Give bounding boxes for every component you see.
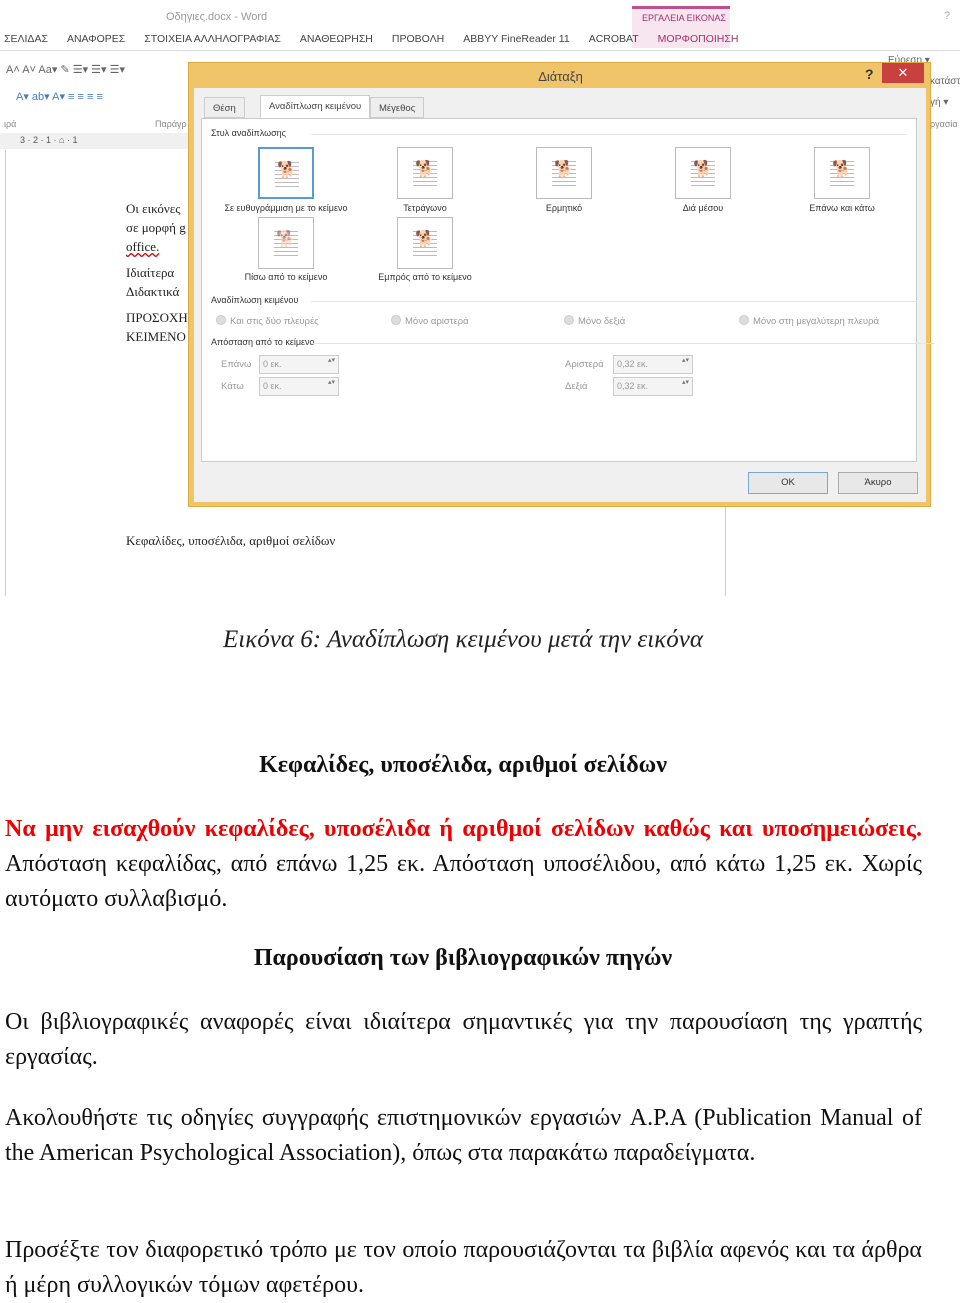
dialog-close-button[interactable]: ✕ [882, 63, 924, 83]
dialog-body: Θέση Αναδίπλωση κειμένου Μέγεθος Στυλ αν… [194, 88, 932, 502]
ribbon-tab[interactable]: ΜΟΡΦΟΠΟΙΗΣΗ [658, 33, 739, 45]
wrap-label: Πίσω από το κείμενο [244, 272, 328, 282]
context-group-label: ΕΡΓΑΛΕΙΑ ΕΙΚΟΝΑΣ [642, 13, 726, 23]
doc-text: Οι εικόνες σε μορφή g office. Ιδιαίτερα Διδ… [126, 201, 188, 344]
wrap-behind-option[interactable]: 🐕 [258, 217, 314, 269]
radio-right-only[interactable]: Μόνο δεξιά [564, 315, 625, 327]
paragraph-headers: Να μην εισαχθούν κεφαλίδες, υποσέλιδα ή … [5, 812, 922, 917]
wrap-label: Σε ευθυγράμμιση με το κείμενο [224, 203, 348, 213]
tab-position[interactable]: Θέση [204, 97, 245, 118]
tab-size[interactable]: Μέγεθος [370, 97, 425, 118]
wrap-label: Επάνω και κάτω [809, 203, 875, 213]
dog-icon: 🐕 [277, 162, 297, 179]
ruler[interactable]: 3 · 2 · 1 · ⌂ · 1 [0, 133, 190, 149]
right-distance-spinner[interactable]: 0,32 εκ. [613, 377, 693, 396]
group-label-font: ιρά [4, 119, 17, 129]
distance-label: Απόσταση από το κείμενο [211, 337, 932, 347]
wrap-front-option[interactable]: 🐕 [397, 217, 453, 269]
replace-button[interactable]: κατάστ [930, 76, 960, 87]
dog-icon: 🐕 [693, 161, 713, 178]
top-distance-spinner[interactable]: 0 εκ. [259, 355, 339, 374]
ribbon-divider [0, 50, 960, 51]
warning-text: Να μην εισαχθούν κεφαλίδες, υποσέλιδα ή … [5, 816, 922, 842]
wrap-panel: Στυλ αναδίπλωσης 🐕 🐕 🐕 🐕 🐕 Σε ευθυγράμμι… [201, 118, 932, 462]
left-distance-spinner[interactable]: 0,32 εκ. [613, 355, 693, 374]
word-screenshot: Οδηγιες.docx - Word ? ΕΡΓΑΛΕΙΑ ΕΙΚΟΝΑΣ Σ… [0, 0, 960, 596]
wrap-square-option[interactable]: 🐕 [397, 147, 453, 199]
wrap-topbottom-option[interactable]: 🐕 [814, 147, 870, 199]
heading-headers-footers: Κεφαλίδες, υποσέλιδα, αριθμοί σελίδων [259, 752, 667, 778]
bottom-label: Κάτω [221, 381, 244, 392]
wrap-label: Διά μέσου [682, 203, 724, 213]
wrap-label: Ερμητικό [545, 203, 583, 213]
dialog-help-button[interactable]: ? [865, 66, 874, 82]
dog-icon: 🐕 [276, 231, 296, 248]
dog-icon: 🐕 [415, 161, 435, 178]
font-toolbar-row2[interactable]: A▾ ab▾ A▾ ≡ ≡ ≡ ≡ [16, 90, 103, 103]
wrap-through-option[interactable]: 🐕 [675, 147, 731, 199]
window-title: Οδηγιες.docx - Word [166, 11, 268, 23]
radio-both-sides[interactable]: Και στις δύο πλευρές [216, 315, 319, 327]
heading-bibliography: Παρουσίαση των βιβλιογραφικών πηγών [253, 945, 673, 971]
dog-icon: 🐕 [832, 161, 852, 178]
select-button[interactable]: γή ▾ [930, 97, 948, 108]
page-edge-right [725, 500, 726, 596]
wrap-label: Εμπρός από το κείμενο [378, 272, 472, 282]
wrap-inline-option[interactable]: 🐕 [258, 147, 314, 199]
wrap-tight-option[interactable]: 🐕 [536, 147, 592, 199]
ribbon-tab[interactable]: ABBYY FineReader 11 [463, 33, 569, 45]
group-label-paragraph: Παράγρ [155, 119, 187, 129]
paragraph-apa: Ακολουθήστε τις οδηγίες συγγραφής επιστη… [5, 1105, 922, 1166]
dialog-title: Διάταξη [538, 69, 583, 84]
font-toolbar-row1[interactable]: A˄ A˅ Aa▾ ✎ ☰▾ ☰▾ ☰▾ [6, 63, 125, 76]
ribbon-tab[interactable]: ACROBAT [589, 33, 639, 45]
paragraph-bibliography: Οι βιβλιογραφικές αναφορές είναι ιδιαίτε… [5, 1009, 922, 1070]
figure-caption: Εικόνα 6: Αναδίπλωση κειμένου μετά την ε… [223, 626, 703, 653]
layout-dialog: Διάταξη ? ✕ Θέση Αναδίπλωση κειμένου Μέγ… [188, 62, 932, 507]
page-edge [5, 150, 6, 596]
ribbon-tab[interactable]: ΑΝΑΦΟΡΕΣ [67, 33, 125, 45]
paragraph-books-articles: Προσέξτε τον διαφορετικό τρόπο με τον οπ… [5, 1237, 922, 1298]
cancel-button[interactable]: Άκυρο [838, 472, 918, 494]
ribbon-tab[interactable]: ΑΝΑΘΕΩΡΗΣΗ [300, 33, 373, 45]
radio-largest-only[interactable]: Μόνο στη μεγαλύτερη πλευρά [739, 315, 879, 327]
wrap-style-label: Στυλ αναδίπλωσης [211, 128, 907, 138]
wrap-text-label: Αναδίπλωση κειμένου [211, 295, 922, 305]
dog-icon: 🐕 [415, 231, 435, 248]
tab-text-wrapping[interactable]: Αναδίπλωση κειμένου [260, 95, 371, 118]
right-label: Δεξιά [565, 381, 588, 392]
dog-icon: 🐕 [554, 161, 574, 178]
left-label: Αριστερά [565, 359, 604, 370]
ribbon-tabs: ΣΕΛΙΔΑΣ ΑΝΑΦΟΡΕΣ ΣΤΟΙΧΕΙΑ ΑΛΛΗΛΟΓΡΑΦΙΑΣ ΑΝΑ… [4, 33, 757, 45]
group-label-editing: ργασία [930, 119, 958, 129]
doc-heading: Κεφαλίδες, υποσέλιδα, αριθμοί σελίδων [126, 533, 336, 548]
radio-left-only[interactable]: Μόνο αριστερά [391, 315, 469, 327]
ok-button[interactable]: OK [748, 472, 828, 494]
wrap-label: Τετράγωνο [403, 203, 447, 213]
help-icon[interactable]: ? [944, 10, 950, 22]
paragraph-text: Απόσταση κεφαλίδας, από επάνω 1,25 εκ. Α… [5, 851, 922, 912]
ribbon-tab[interactable]: ΣΤΟΙΧΕΙΑ ΑΛΛΗΛΟΓΡΑΦΙΑΣ [144, 33, 281, 45]
bottom-distance-spinner[interactable]: 0 εκ. [259, 377, 339, 396]
ribbon-tab[interactable]: ΠΡΟΒΟΛΗ [392, 33, 444, 45]
ribbon-tab[interactable]: ΣΕΛΙΔΑΣ [4, 33, 48, 45]
top-label: Επάνω [221, 359, 252, 370]
